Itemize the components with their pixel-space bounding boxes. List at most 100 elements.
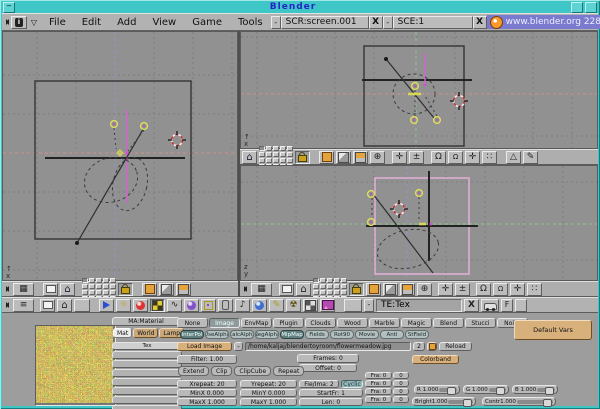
texture-slot[interactable]: [112, 360, 182, 368]
fra-value-field[interactable]: 0: [393, 396, 409, 403]
viewport-type-dropdown[interactable]: ▦: [251, 283, 272, 296]
display-buttons-tab[interactable]: [320, 299, 335, 312]
image-option-toggle[interactable]: UseAlpha: [205, 330, 229, 339]
image-option-toggle[interactable]: InterPol: [180, 330, 204, 339]
layer-toggle[interactable]: [341, 290, 347, 295]
texture-type-button[interactable]: Marble: [369, 318, 400, 328]
curve-outline-2[interactable]: [108, 154, 152, 214]
texture-slot[interactable]: Tex: [112, 342, 182, 350]
pack-button[interactable]: [427, 342, 437, 351]
reload-button[interactable]: Reload: [439, 342, 472, 351]
layer-toggle[interactable]: [280, 158, 286, 163]
startfr-field[interactable]: StartFr: 1: [299, 389, 363, 397]
pane-edge-handle[interactable]: [4, 300, 11, 310]
layer-toggle[interactable]: [96, 290, 102, 295]
url-banner[interactable]: www.blender.org 228: [487, 15, 600, 29]
rotate-local-button[interactable]: Ω: [493, 283, 508, 296]
home-button[interactable]: ⌂: [57, 299, 72, 312]
layer-toggle[interactable]: [96, 278, 102, 283]
edit-buttons-tab[interactable]: [201, 299, 216, 312]
layer-toggle[interactable]: [320, 290, 326, 295]
pivot-dropdown[interactable]: [353, 151, 368, 164]
layer-toggle[interactable]: [287, 152, 293, 157]
scene-collapse-button[interactable]: -: [383, 16, 393, 29]
layer-toggle[interactable]: [96, 284, 102, 289]
maxx-field[interactable]: MaxX 1.000: [177, 398, 237, 406]
layer-toggle[interactable]: [287, 146, 293, 151]
scene-buttons-tab[interactable]: [252, 299, 267, 312]
layer-toggle[interactable]: [327, 278, 333, 283]
layer-toggle[interactable]: [266, 146, 272, 151]
view-buttons-tab[interactable]: [99, 299, 114, 312]
slider-knob[interactable]: [463, 399, 472, 407]
lock-button[interactable]: [349, 283, 364, 296]
mode-dropdown[interactable]: [319, 151, 334, 164]
image-menu-button[interactable]: -: [234, 342, 243, 351]
load-image-button[interactable]: Load Image: [177, 342, 232, 351]
extend-mode-button[interactable]: Repeat: [273, 366, 304, 376]
layer-toggle[interactable]: [327, 290, 333, 295]
image-option-toggle[interactable]: Anti: [380, 330, 404, 339]
lock-button[interactable]: [295, 151, 310, 164]
track-line[interactable]: [386, 59, 434, 118]
3d-cursor[interactable]: [450, 92, 468, 110]
paint-buttons-tab[interactable]: ✎: [269, 299, 284, 312]
contrast-slider[interactable]: Contr1.000: [482, 397, 556, 406]
default-vars-button[interactable]: Default Vars: [514, 320, 592, 340]
layer-toggle[interactable]: [103, 284, 109, 289]
layer-toggle[interactable]: [89, 284, 95, 289]
layer-toggle[interactable]: [259, 146, 265, 151]
track-line[interactable]: [77, 126, 145, 243]
window-maximize-button[interactable]: [585, 2, 597, 13]
fullscreen-button[interactable]: [40, 299, 55, 312]
median-button[interactable]: ∷: [482, 151, 497, 164]
fra-field[interactable]: Fra: 0: [365, 380, 392, 387]
texture-slot[interactable]: [112, 351, 182, 359]
layer-toggle[interactable]: [103, 278, 109, 283]
center-button[interactable]: ✛: [465, 151, 480, 164]
world-buttons-tab[interactable]: [184, 299, 199, 312]
layer-toggle[interactable]: [273, 146, 279, 151]
slider-track[interactable]: [517, 400, 553, 404]
layer-toggle[interactable]: [89, 290, 95, 295]
slider-track[interactable]: [537, 388, 555, 392]
layer-toggle[interactable]: [259, 152, 265, 157]
screen-collapse-button[interactable]: -: [271, 16, 281, 29]
3d-cursor[interactable]: [168, 131, 186, 149]
yrepeat-field[interactable]: Yrepeat: 20: [240, 380, 297, 388]
texture-datablock-field[interactable]: TE:Tex: [376, 299, 462, 312]
image-path-field[interactable]: /home/kaljaj/blendertoyroom/flowermeadow…: [245, 342, 411, 351]
slider-track[interactable]: [439, 388, 457, 392]
layer-toggle[interactable]: [266, 158, 272, 163]
slider-knob[interactable]: [543, 399, 552, 407]
texture-type-button[interactable]: Clouds: [305, 318, 336, 328]
colorband-button[interactable]: Colorband: [412, 355, 459, 364]
menu-view[interactable]: View: [144, 17, 184, 28]
fra-value-field[interactable]: 0: [393, 372, 409, 379]
drawtype-dropdown[interactable]: [336, 151, 351, 164]
layer-toggle[interactable]: [334, 290, 340, 295]
auto-name-button[interactable]: [481, 299, 499, 312]
mode-dropdown[interactable]: [366, 283, 381, 296]
screen-name-field[interactable]: SCR:screen.001: [281, 16, 369, 29]
maxy-field[interactable]: MaxY 1.000: [240, 398, 297, 406]
menu-edit[interactable]: Edit: [74, 17, 109, 28]
b-slider[interactable]: B 1.000: [512, 385, 558, 394]
texture-type-button[interactable]: Stucci: [465, 318, 496, 328]
layer-toggle[interactable]: [313, 290, 319, 295]
layer-toggle[interactable]: [110, 290, 116, 295]
window-menu-button[interactable]: −: [3, 2, 15, 13]
median-button[interactable]: ∷: [527, 283, 542, 296]
r-slider[interactable]: R 1.000: [414, 385, 460, 394]
pivot-dropdown[interactable]: [176, 283, 191, 296]
texture-slot[interactable]: [112, 405, 182, 409]
image-option-toggle[interactable]: CalcAlpha: [230, 330, 254, 339]
layer-toggle[interactable]: [334, 284, 340, 289]
camera-frame[interactable]: [364, 46, 464, 146]
lamp-buttons-tab[interactable]: ☼: [116, 299, 131, 312]
image-option-toggle[interactable]: NegAlpha: [255, 330, 279, 339]
window-type-dropdown[interactable]: ▽: [27, 16, 41, 29]
slider-knob[interactable]: [496, 387, 505, 395]
image-option-toggle[interactable]: StField: [405, 330, 429, 339]
object-center[interactable]: [416, 190, 423, 197]
